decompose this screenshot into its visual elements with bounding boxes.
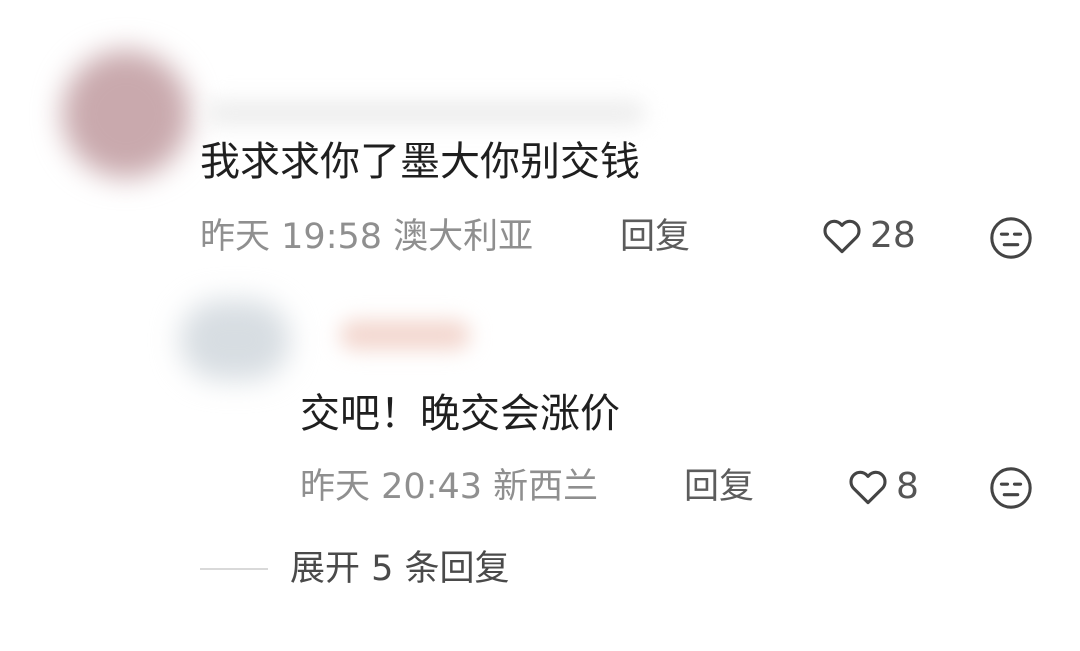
reply-button[interactable]: 回复 bbox=[620, 216, 690, 258]
comment-time: 19:58 bbox=[281, 217, 383, 257]
heart-icon bbox=[849, 470, 887, 505]
comment-location: 新西兰 bbox=[493, 467, 599, 507]
dislike-face-icon bbox=[990, 217, 1032, 259]
comment-meta: 昨天 19:58 澳大利亚 bbox=[200, 216, 533, 258]
like-button[interactable]: 8 bbox=[846, 465, 919, 509]
dislike-face-icon bbox=[990, 467, 1032, 509]
avatar[interactable] bbox=[62, 50, 190, 178]
like-count: 28 bbox=[870, 215, 916, 256]
comment-date: 昨天 bbox=[200, 217, 271, 257]
comment-meta: 昨天 20:43 新西兰 bbox=[300, 466, 598, 508]
dislike-button[interactable] bbox=[988, 215, 1034, 265]
reply-comment: 交吧！晚交会涨价 昨天 20:43 新西兰 回复 8 bbox=[0, 280, 1080, 530]
expand-replies-button[interactable]: 展开 5 条回复 bbox=[290, 548, 510, 590]
comment-time: 20:43 bbox=[381, 467, 483, 507]
avatar[interactable] bbox=[180, 300, 290, 380]
divider-line bbox=[200, 568, 268, 570]
comment-location: 澳大利亚 bbox=[393, 217, 534, 257]
username[interactable] bbox=[205, 100, 645, 126]
username[interactable] bbox=[340, 320, 470, 350]
expand-replies[interactable]: 展开 5 条回复 bbox=[0, 540, 1080, 600]
like-count: 8 bbox=[896, 466, 919, 507]
comment: 我求求你了墨大你别交钱 昨天 19:58 澳大利亚 回复 28 bbox=[0, 0, 1080, 280]
reply-button[interactable]: 回复 bbox=[684, 466, 754, 508]
comment-date: 昨天 bbox=[300, 467, 371, 507]
heart-icon bbox=[823, 219, 861, 254]
comment-text: 我求求你了墨大你别交钱 bbox=[200, 139, 640, 185]
dislike-button[interactable] bbox=[988, 465, 1034, 515]
like-button[interactable]: 28 bbox=[820, 214, 916, 258]
comment-text: 交吧！晚交会涨价 bbox=[300, 391, 620, 437]
